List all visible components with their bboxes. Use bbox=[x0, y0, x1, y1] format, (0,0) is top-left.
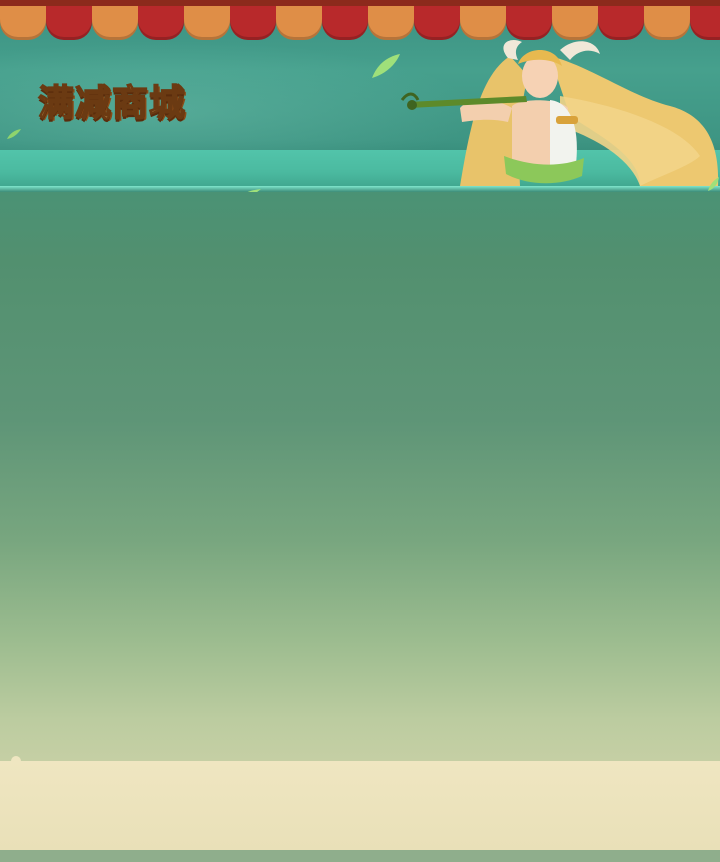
leaf-icon bbox=[708, 177, 719, 191]
leaf-icon bbox=[372, 54, 400, 78]
bottom-panel bbox=[0, 761, 720, 850]
awning-stripe bbox=[644, 0, 690, 40]
awning-stripe bbox=[138, 0, 184, 40]
awning-stripe bbox=[460, 0, 506, 40]
awning-stripe bbox=[552, 0, 598, 40]
awning-stripe bbox=[184, 0, 230, 40]
shop-page: 满减商城 bbox=[0, 0, 720, 862]
flute-player-character-icon bbox=[400, 39, 719, 186]
awning-stripe bbox=[414, 0, 460, 40]
awning-stripe bbox=[322, 0, 368, 40]
awning-stripe bbox=[506, 0, 552, 40]
bottom-bar bbox=[0, 850, 720, 862]
awning-stripe bbox=[368, 0, 414, 40]
awning-stripe bbox=[46, 0, 92, 40]
awning-stripe bbox=[690, 0, 720, 40]
awning-stripe bbox=[598, 0, 644, 40]
awning-stripe bbox=[276, 0, 322, 40]
leaf-icon bbox=[247, 189, 261, 192]
awning-rail bbox=[0, 0, 720, 6]
awning-stripe bbox=[230, 0, 276, 40]
leaf-icon bbox=[7, 129, 21, 139]
awning-stripe bbox=[0, 0, 46, 40]
header-banner: 满减商城 bbox=[0, 0, 720, 192]
shop-awning bbox=[0, 0, 720, 46]
awning-stripe bbox=[92, 0, 138, 40]
page-title: 满减商城 bbox=[37, 82, 187, 125]
